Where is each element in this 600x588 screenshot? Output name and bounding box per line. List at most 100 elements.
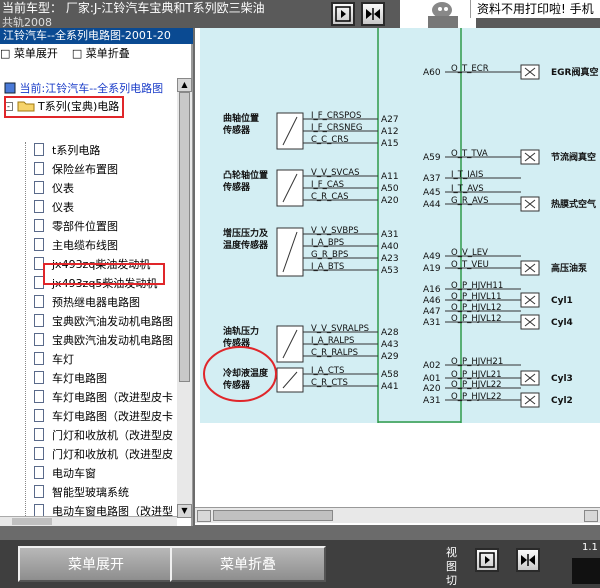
sensor-name: 油轨压力 [223,325,259,337]
tree-item[interactable]: 保险丝布置图 [34,161,118,179]
document-icon [34,333,44,346]
pin-label: A47 [423,307,441,317]
scroll-thumb[interactable] [179,92,190,382]
vehicle-value: 厂家:J-江铃汽车宝典和T系列欧三柴油 [65,1,265,15]
signal-label: O_P_HJVL12 [451,303,502,313]
sensor-name: 传感器 [222,181,251,193]
signal-label: I_F_CRSNEG [311,123,362,133]
tree-item[interactable]: 仪表 [34,180,74,198]
tree-item[interactable]: t系列电路 [34,142,100,160]
actuator-label: 高压油泵 [551,262,588,274]
tree-item[interactable]: jx493zq5柴油发动机 [34,275,158,293]
tree-item-label: jx493zq柴油发动机 [52,258,151,271]
pin-label: A27 [381,115,399,125]
tree-item[interactable]: 车灯 [34,351,74,369]
document-icon [34,352,44,365]
pin-label: A31 [381,230,399,240]
tree-item[interactable]: 宝典欧汽油发动机电路图 [34,313,173,331]
pin-label: A60 [423,68,441,78]
signal-label: O_P_HJVH21 [451,357,503,367]
tree-folder-label: T系列(宝典)电路 [38,100,120,113]
expand-menu-link[interactable]: □ 菜单展开 [0,47,58,60]
tree-item-label: 车灯电路图 [52,372,107,385]
pin-label: A50 [381,184,399,194]
tree-item[interactable]: 车灯电路图（改进型皮卡 [34,408,173,426]
scroll-right-icon[interactable] [584,510,598,522]
tree-item[interactable]: 预热继电器电路图 [34,294,140,312]
scroll-down-icon[interactable]: ▼ [177,504,192,518]
bottom-view-split-button[interactable] [516,548,540,572]
tree-item[interactable]: 门灯和收放机（改进型皮 [34,446,173,464]
document-icon [34,485,44,498]
wiring-diagram-canvas: 曲轴位置传感器 I_F_CRSPOS A27 I_F_CRSNEG A12 C_C_CRS… [200,28,600,423]
menu-vertical-scrollbar[interactable]: ▲ ▼ [177,78,192,518]
expand-menu-button[interactable]: 菜单展开 [18,546,174,582]
sensor-name: 传感器 [222,124,251,136]
signal-label: O_P_HJVH11 [451,281,503,291]
tree-root[interactable]: 当前:江铃汽车--全系列电路图 [4,80,163,96]
menu-panel: 江铃汽车--全系列电路图-2001-20 □ 菜单展开 □ 菜单折叠 当前:江铃… [0,28,193,526]
tree-item[interactable]: 车灯电路图（改进型皮卡 [34,389,173,407]
pin-label: A58 [381,370,399,380]
signal-label: I_A_BTS [311,262,344,272]
scroll-up-icon[interactable]: ▲ [177,78,192,92]
tree-item[interactable]: 宝典欧汽油发动机电路图 [34,332,173,350]
sensor-name: 凸轮轴位置 [223,169,268,181]
signal-label: C_R_CAS [311,192,349,202]
tree-item[interactable]: 电动车窗电路图（改进型 [34,503,173,516]
tree-item[interactable]: 主电缆布线图 [34,237,118,255]
corner-number: 1.1 [582,542,598,553]
pin-label: A37 [423,174,441,184]
vehicle-label: 当前车型： [2,1,63,15]
pin-label: A02 [423,361,441,371]
signal-label: I_F_CAS [311,180,344,190]
diagram-horizontal-scrollbar[interactable] [195,507,600,523]
pin-label: A19 [423,264,441,274]
view-split-button[interactable] [361,2,385,26]
pin-label: A31 [423,396,441,406]
diagram-background [200,28,600,423]
tree-item-label: 车灯 [52,353,74,366]
menu-panel-title: 江铃汽车--全系列电路图-2001-20 [0,28,193,44]
collapse-menu-link[interactable]: □ 菜单折叠 [72,47,130,60]
pin-label: A12 [381,127,399,137]
tree-folder[interactable]: - T系列(宝典)电路 [4,98,119,116]
pin-label: A23 [381,254,399,264]
document-icon [34,447,44,460]
menu-tree: 当前:江铃汽车--全系列电路图 - T系列(宝典)电路 t系列电路保险丝布置图仪… [0,76,177,516]
signal-label: O_T_TVA [451,149,488,159]
promo-bubble: 资料不用打印啦! 手机 [470,0,600,18]
pin-label: A29 [381,352,399,362]
document-icon [34,162,44,175]
scroll-left-icon[interactable] [197,510,211,522]
tree-item[interactable]: 门灯和收放机（改进型皮 [34,427,173,445]
pin-label: A40 [381,242,399,252]
signal-label: I_T_IAIS [451,170,483,180]
tree-item[interactable]: 零部件位置图 [34,218,118,236]
play-right-icon [479,552,495,568]
tree-item[interactable]: 电动车窗 [34,465,96,483]
tree-item[interactable]: jx493zq柴油发动机 [34,256,150,274]
tree-item-label: 保险丝布置图 [52,163,118,176]
view-right-button[interactable] [331,2,355,26]
tree-root-label: 当前:江铃汽车--全系列电路图 [19,82,164,95]
signal-label: I_A_BPS [311,238,344,248]
collapse-menu-button[interactable]: 菜单折叠 [170,546,326,582]
hscroll-thumb[interactable] [12,518,52,525]
signal-label: O_P_HJVL11 [451,292,502,302]
collapse-toggle-icon[interactable]: - [4,102,13,111]
sensor-name: 冷却液温度 [223,367,269,379]
pin-label: A45 [423,188,441,198]
menu-horizontal-scrollbar[interactable] [0,516,177,526]
tree-item[interactable]: 仪表 [34,199,74,217]
tree-item[interactable]: 智能型玻璃系统 [34,484,129,502]
document-icon [34,219,44,232]
signal-label: I_A_RALPS [311,336,354,346]
tree-item[interactable]: 车灯电路图 [34,370,107,388]
bottom-view-right-button[interactable] [475,548,499,572]
tree-item-label: 门灯和收放机（改进型皮 [52,448,173,461]
vehicle-info-line2: 共轨2008 [2,16,52,28]
diagram-scroll-thumb[interactable] [213,510,333,521]
signal-label: O_P_HJVL12 [451,314,502,324]
book-icon [4,82,16,94]
